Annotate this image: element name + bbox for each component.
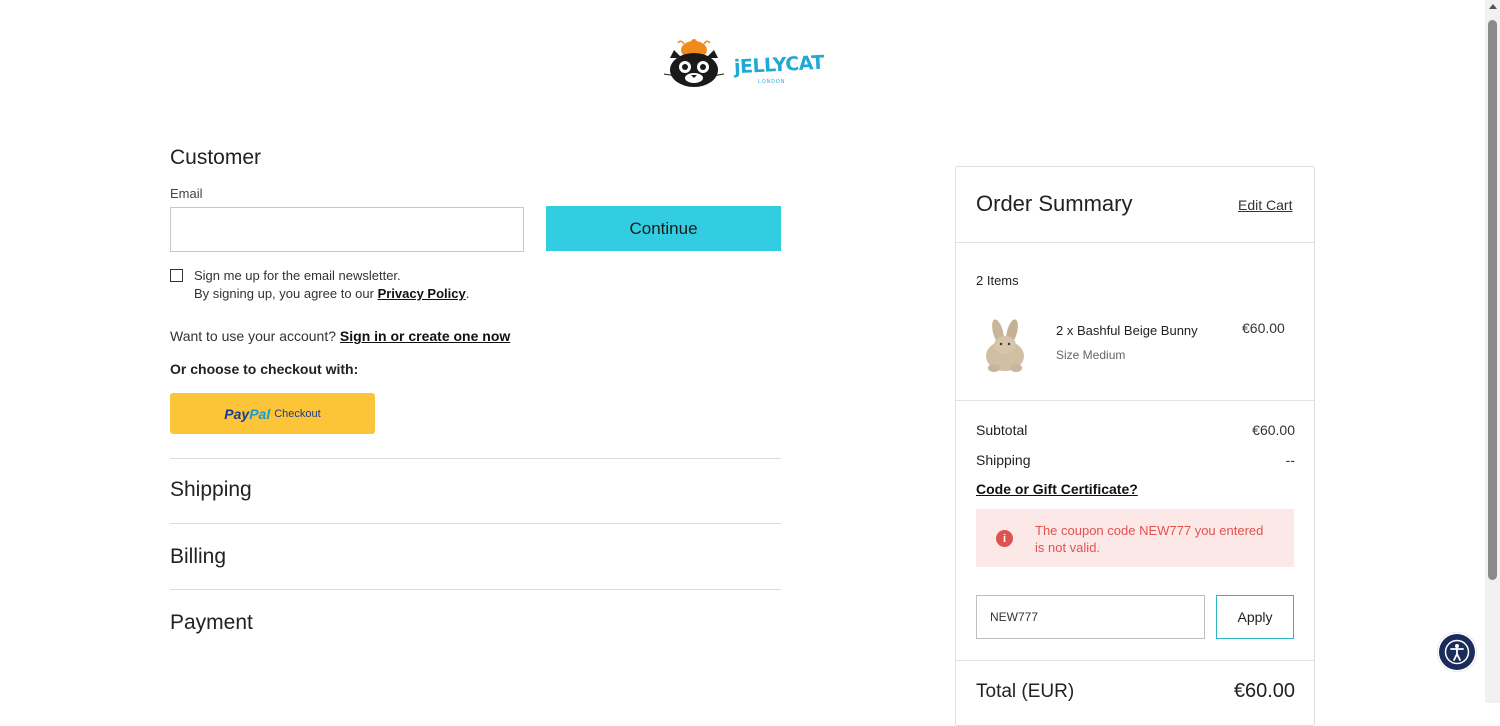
section-divider <box>170 458 781 459</box>
order-summary-card <box>955 166 1315 726</box>
paypal-logo-icon: PayPal <box>224 406 270 422</box>
product-size: Size Medium <box>1056 348 1126 362</box>
section-divider <box>170 589 781 590</box>
jellycat-logo[interactable]: jELLYCAT LONDON <box>662 36 824 88</box>
newsletter-agree-text: By signing up, you agree to our Privacy … <box>194 286 469 301</box>
cat-logo-icon <box>663 39 725 87</box>
sign-in-link[interactable]: Sign in or create one now <box>340 328 510 344</box>
summary-divider <box>956 400 1314 401</box>
apply-coupon-button[interactable]: Apply <box>1216 595 1294 639</box>
paypal-pal: Pal <box>249 405 271 422</box>
coupon-code-input[interactable]: NEW777 <box>976 595 1205 639</box>
total-value: €60.00 <box>1233 680 1295 702</box>
error-info-icon: i <box>996 530 1013 547</box>
paypal-checkout-button[interactable]: PayPal Checkout <box>170 393 375 434</box>
shipping-value: -- <box>1285 452 1295 468</box>
account-prompt: Want to use your account? Sign in or cre… <box>170 328 510 344</box>
scroll-up-icon[interactable] <box>1489 4 1497 9</box>
accessibility-icon <box>1444 639 1470 665</box>
shipping-step[interactable]: Shipping <box>170 478 252 502</box>
total-label: Total (EUR) <box>976 681 1075 702</box>
summary-divider <box>956 242 1314 243</box>
product-name: 2 x Bashful Beige Bunny <box>1056 323 1198 338</box>
agree-suffix: . <box>465 286 470 301</box>
accessibility-button[interactable] <box>1437 632 1477 672</box>
checkout-with-label: Or choose to checkout with: <box>170 361 359 377</box>
product-price: €60.00 <box>1242 320 1285 336</box>
product-image <box>976 318 1034 376</box>
paypal-checkout-label: Checkout <box>274 407 321 420</box>
edit-cart-link[interactable]: Edit Cart <box>1238 197 1292 213</box>
scrollbar-thumb[interactable] <box>1488 20 1497 580</box>
continue-button[interactable]: Continue <box>546 206 781 251</box>
privacy-policy-link[interactable]: Privacy Policy <box>378 286 466 301</box>
summary-divider <box>956 660 1314 661</box>
shipping-label: Shipping <box>976 452 1031 468</box>
brand-name: jELLYCAT <box>733 51 825 79</box>
items-count: 2 Items <box>976 273 1019 288</box>
account-prefix: Want to use your account? <box>170 328 340 344</box>
agree-prefix: By signing up, you agree to our <box>194 286 378 301</box>
subtotal-value: €60.00 <box>1252 422 1295 438</box>
customer-title: Customer <box>170 146 262 169</box>
section-divider <box>170 523 781 524</box>
bunny-image-icon <box>986 319 1024 372</box>
order-summary-title: Order Summary <box>976 191 1133 216</box>
subtotal-label: Subtotal <box>976 422 1028 438</box>
email-field[interactable] <box>170 207 524 252</box>
email-label: Email <box>170 186 203 201</box>
coupon-toggle-link[interactable]: Code or Gift Certificate? <box>976 481 1138 497</box>
coupon-error-text: The coupon code NEW777 you entered is no… <box>1035 523 1264 555</box>
payment-step[interactable]: Payment <box>170 611 253 635</box>
paypal-pay: Pay <box>224 405 250 422</box>
newsletter-checkbox[interactable] <box>170 269 183 282</box>
billing-step[interactable]: Billing <box>170 545 226 569</box>
brand-sub: LONDON <box>758 79 786 85</box>
newsletter-label: Sign me up for the email newsletter. <box>194 268 401 283</box>
